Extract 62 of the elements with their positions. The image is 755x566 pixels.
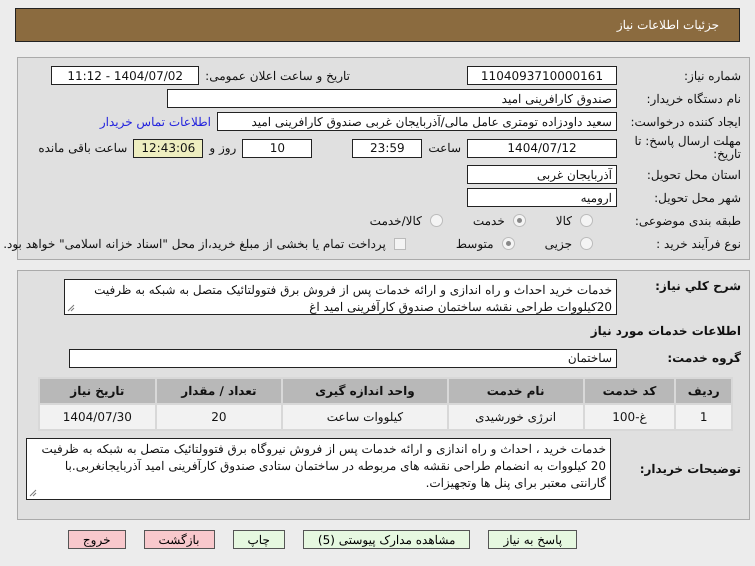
column-header: نام خدمت (448, 379, 583, 403)
option-label: متوسط (456, 236, 494, 250)
action-button[interactable]: پاسخ به نیاز (488, 530, 578, 549)
field-label: گروه خدمت: (666, 351, 741, 365)
input-field[interactable]: 1104093710000161 (467, 66, 617, 85)
contact-link[interactable]: اطلاعات تماس خریدار (100, 114, 211, 128)
column-header: تعداد / مقدار (156, 379, 282, 403)
resize-grip-icon[interactable] (29, 489, 37, 497)
table-cell: انرژی خورشیدی (448, 405, 583, 429)
option-label: جزیی (544, 236, 572, 250)
table-cell: 1 (676, 405, 731, 429)
table-cell: غ-100 (584, 405, 674, 429)
field-label: نام دستگاه خریدار: (646, 92, 741, 106)
column-header: کد خدمت (584, 379, 674, 403)
field-label: ساعت (428, 141, 461, 155)
field-label: ساعت باقی مانده (38, 141, 128, 155)
action-button[interactable]: چاپ (232, 530, 285, 549)
option-label: خدمت (472, 214, 505, 228)
table-cell: 1404/07/30 (40, 405, 155, 429)
input-field[interactable]: 10 (242, 138, 312, 158)
table-cell: کیلووات ساعت (283, 405, 447, 429)
field-label: استان محل تحویل: (646, 168, 741, 182)
option-label: کالا (556, 214, 572, 228)
countdown-field[interactable]: 12:43:06 (133, 138, 204, 158)
field-label: مهلت ارسال پاسخ: تا تاریخ: (633, 135, 741, 161)
section-heading: اطلاعات خدمات مورد نیاز (590, 324, 741, 338)
action-button[interactable]: بازگشت (144, 530, 214, 549)
input-field[interactable]: آذربایجان غربی (467, 165, 617, 184)
input-field[interactable]: ساختمان (69, 348, 617, 368)
input-field[interactable]: صندوق کارافرینی امید (167, 89, 617, 108)
radio-button[interactable] (430, 214, 443, 227)
option-label: کالا/خدمت (370, 214, 422, 228)
resize-grip-icon[interactable] (67, 304, 75, 312)
radio-button[interactable] (580, 237, 593, 250)
field-label: طبقه بندی موضوعی: (634, 214, 741, 228)
input-field[interactable]: سعید داودزاده تومتری عامل مالی/آذربایجان غربی صندوق کارافرینی امید (217, 112, 617, 131)
input-field[interactable]: 23:59 (352, 138, 422, 158)
field-label: ایجاد کننده درخواست: (629, 114, 741, 128)
field-label: تاریخ و ساعت اعلان عمومی: (205, 68, 350, 82)
input-field[interactable]: 1404/07/12 (467, 138, 617, 158)
field-label: شهر محل تحویل: (653, 190, 741, 204)
radio-button[interactable] (502, 237, 515, 250)
field-label: روز و (209, 141, 236, 155)
checkbox-label: پرداخت تمام یا بخشی از مبلغ خرید،از محل "اسناد خزانه اسلامی" خواهد بود. (3, 236, 386, 250)
input-field[interactable]: 1404/07/02 - 11:12 (51, 66, 200, 85)
column-header: واحد اندازه گیری (283, 379, 447, 403)
action-button[interactable]: خروج (68, 530, 126, 549)
field-label: شرح کلي نياز: (654, 279, 741, 293)
checkbox[interactable] (394, 238, 406, 250)
radio-button[interactable] (512, 214, 526, 227)
field-label: توضیحات خریدار: (638, 462, 741, 476)
text-area[interactable]: خدمات خرید احداث و راه اندازی و ارائه خدمات پس از فروش برق فتوولتائیک متصل به شبکه به ظرفیت 20کیلووات طراحی نقشه ساختمان صندوق کارآفرینی امید اغ (64, 279, 617, 315)
text-area[interactable]: خدمات خرید ، احداث و راه اندازی و ارائه خدمات پس از فروش نیروگاه برق فتوولتائیک متصل به شبکه به ظرفیت 20 کیلووات به انضمام طراحی نقشه های مربوطه در ساختمان ستادی صندوق کارآفرینی امید آذربایجانغربی.با گارانتی معتبر برای پنل ها وتجهیزات. (26, 438, 611, 500)
radio-button[interactable] (580, 214, 593, 227)
column-header: ردیف (676, 379, 731, 403)
column-header: تاریخ نیاز (40, 379, 155, 403)
table-cell: 20 (156, 405, 282, 429)
field-label: نوع فرآیند خرید : (655, 236, 741, 250)
input-field[interactable]: ارومیه (467, 188, 617, 207)
page-title: جزئیات اطلاعات نیاز (616, 18, 719, 32)
action-button[interactable]: مشاهده مدارک پیوستی (5) (302, 530, 470, 549)
field-label: شماره نیاز: (683, 68, 741, 82)
